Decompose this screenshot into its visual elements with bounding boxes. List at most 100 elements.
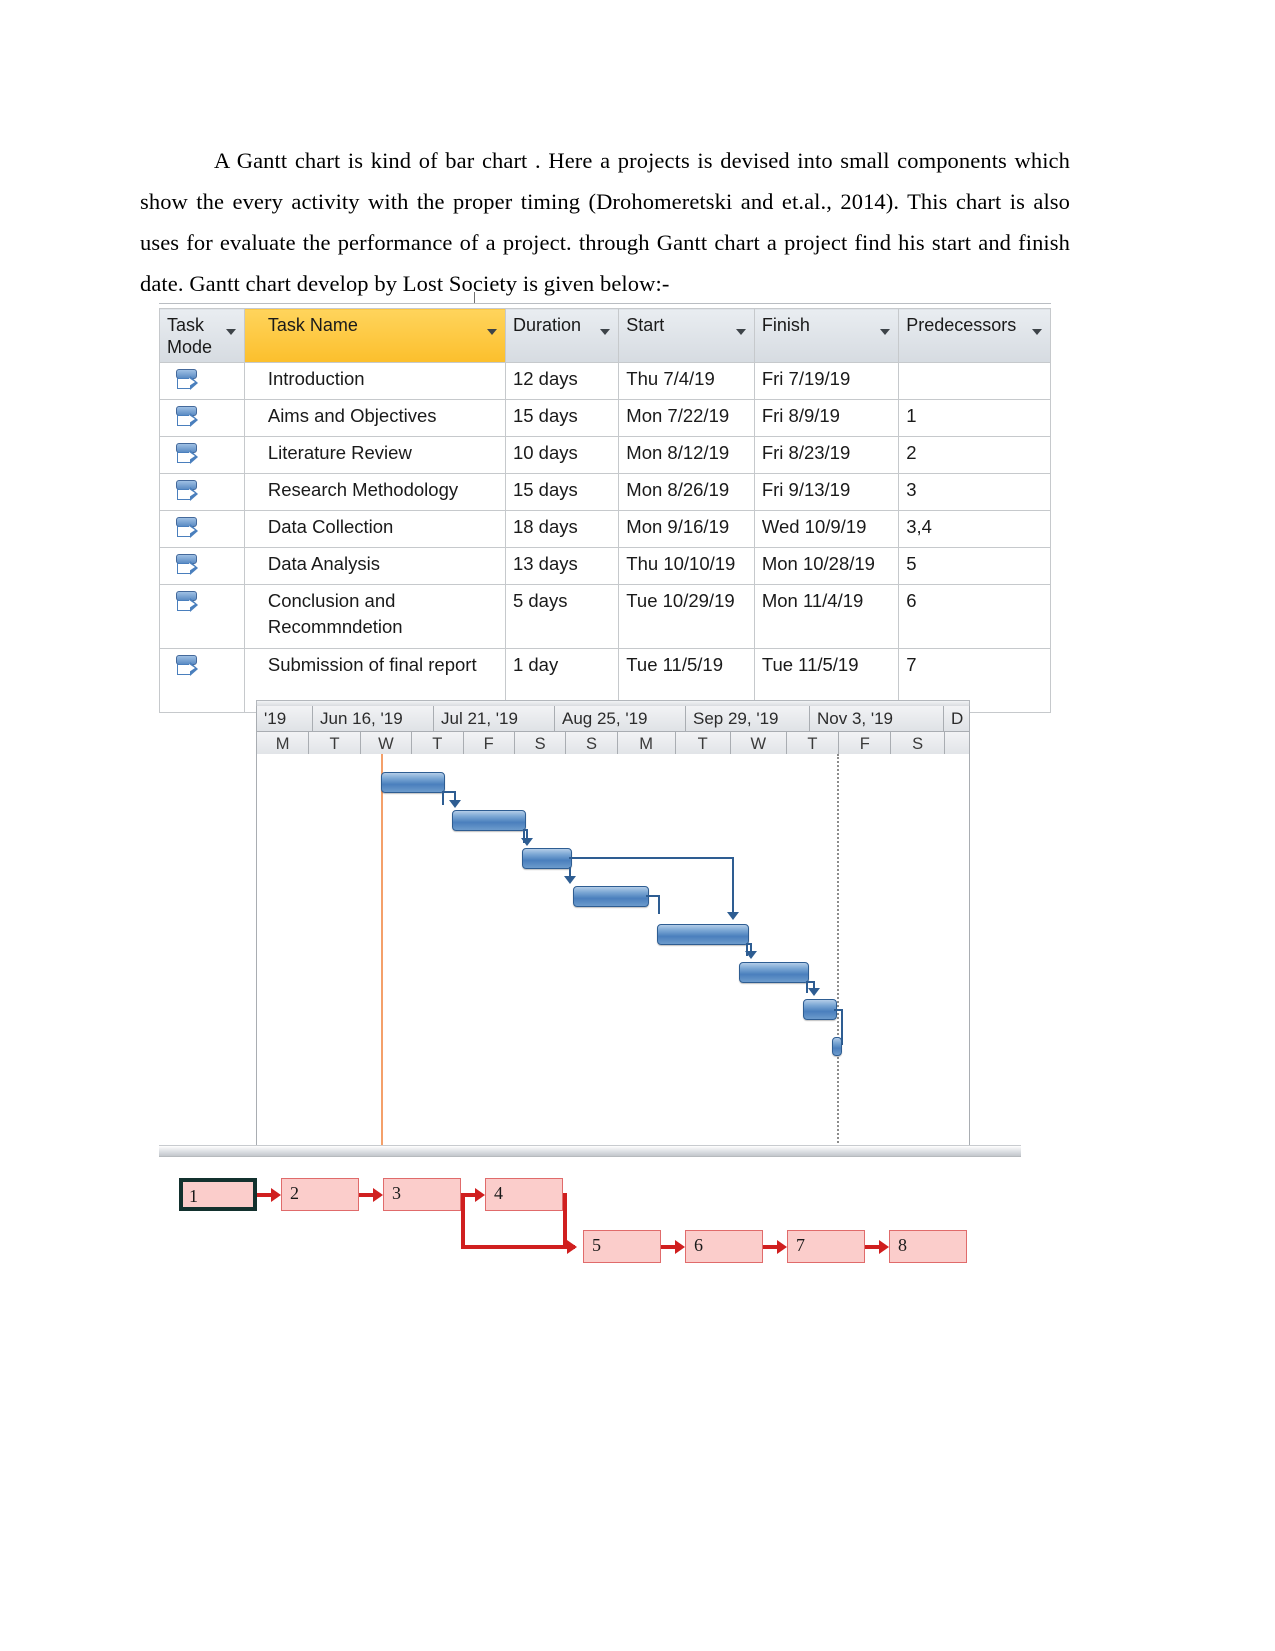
network-node-1[interactable]: 1 [179,1178,257,1211]
table-top-rule [159,303,1051,304]
network-edge-arrow [675,1240,685,1254]
cell-predecessors: 1 [898,399,1051,437]
filter-dropdown-icon[interactable] [880,329,891,335]
cell-start: Thu 7/4/19 [618,362,755,400]
gantt-bar-conclusion-and-recommndetion[interactable] [803,999,837,1020]
network-edge-arrow [271,1187,281,1202]
task-table-body: Introduction 12 days Thu 7/4/19 Fri 7/19… [159,362,1051,713]
gantt-bar-data-analysis[interactable] [739,962,809,983]
network-node-7[interactable]: 7 [787,1230,865,1263]
timescale-week-cell: Jul 21, '19 [434,706,555,731]
timescale-week-cell: D [951,709,964,728]
cell-predecessors: 6 [898,584,1051,649]
auto-schedule-icon [175,552,201,578]
task-table: Task Mode Task Name Duration Start Finis… [159,308,1051,713]
gantt-bar-research-methodology[interactable] [573,886,649,907]
table-row[interactable]: Conclusion and Recommndetion 5 days Tue … [159,584,1051,649]
table-row[interactable]: Data Analysis 13 days Thu 10/10/19 Mon 1… [159,547,1051,585]
cell-start: Thu 10/10/19 [618,547,755,585]
filter-dropdown-icon[interactable] [1032,329,1042,335]
column-header-task-name[interactable]: Task Name [243,308,506,363]
cell-finish: Fri 7/19/19 [753,362,900,400]
cell-predecessors: 2 [898,436,1051,474]
network-node-2[interactable]: 2 [281,1178,359,1211]
column-header-duration[interactable]: Duration [504,308,620,363]
cell-start: Mon 9/16/19 [618,510,755,548]
filter-dropdown-icon[interactable] [486,329,497,335]
network-diagram: 1 2 3 4 5 6 7 8 [159,1160,1021,1300]
cell-task-mode[interactable] [159,436,245,474]
table-row[interactable]: Introduction 12 days Thu 7/4/19 Fri 7/19… [159,362,1051,400]
cell-duration: 15 days [504,473,620,511]
table-row[interactable]: Data Collection 18 days Mon 9/16/19 Wed … [159,510,1051,548]
cell-task-name: Introduction [243,362,506,400]
gantt-bar-aims-and-objectives[interactable] [452,810,526,831]
cell-duration: 5 days [504,584,620,649]
table-row[interactable]: Literature Review 10 days Mon 8/12/19 Fr… [159,436,1051,474]
timescale-week-cell: Aug 25, '19 [555,706,686,731]
link-line [442,791,444,805]
cell-task-mode[interactable] [159,547,245,585]
network-node-5[interactable]: 5 [583,1230,661,1263]
gantt-bar-introduction[interactable] [381,772,445,793]
cell-task-mode[interactable] [159,399,245,437]
gantt-bar-literature-review[interactable] [522,848,572,869]
column-header-start[interactable]: Start [618,308,755,363]
cell-start: Tue 10/29/19 [618,584,755,649]
today-line [381,754,383,1150]
filter-dropdown-icon[interactable] [225,329,236,335]
network-node-4[interactable]: 4 [485,1178,563,1211]
network-node-label: 6 [694,1235,703,1255]
network-node-label: 4 [494,1183,503,1203]
gantt-bar-data-collection[interactable] [657,924,749,945]
cell-task-mode[interactable] [159,584,245,649]
link-line [658,895,660,914]
network-node-6[interactable]: 6 [685,1230,763,1263]
column-header-start-label: Start [626,315,665,335]
auto-schedule-icon [175,367,201,393]
column-header-finish-label: Finish [761,315,810,335]
cell-task-mode[interactable] [159,362,245,400]
cell-task-mode[interactable] [159,648,245,713]
filter-dropdown-icon[interactable] [735,329,746,335]
timescale-week-cell: Sep 29, '19 [686,706,810,731]
gantt-horizontal-scrollbar[interactable] [159,1145,1021,1157]
timescale-week-cell: Jun 16, '19 [313,706,434,731]
gantt-bar-submission-of-final-report[interactable] [832,1037,842,1056]
table-row[interactable]: Research Methodology 15 days Mon 8/26/19… [159,473,1051,511]
cell-predecessors: 3,4 [898,510,1051,548]
cell-task-name: Conclusion and Recommndetion [243,584,506,649]
network-node-3[interactable]: 3 [383,1178,461,1211]
table-header-row: Task Mode Task Name Duration Start Finis… [159,308,1051,363]
timescale-week-row: '19 Jun 16, '19 Jul 21, '19 Aug 25, '19 … [256,706,970,732]
cell-predecessors: 3 [898,473,1051,511]
cell-task-mode[interactable] [159,510,245,548]
column-header-task-mode[interactable]: Task Mode [159,308,245,363]
network-node-label: 5 [592,1235,601,1255]
cell-duration: 13 days [504,547,620,585]
column-header-task-name-label: Task Name [267,315,358,335]
cell-task-mode[interactable] [159,473,245,511]
gantt-timescale: '19 Jun 16, '19 Jul 21, '19 Aug 25, '19 … [256,700,970,758]
status-line [837,754,839,1150]
network-node-label: 3 [392,1183,401,1203]
cell-duration: 15 days [504,399,620,437]
column-header-finish[interactable]: Finish [753,308,900,363]
cell-task-name: Aims and Objectives [243,399,506,437]
auto-schedule-icon [175,478,201,504]
column-header-predecessors[interactable]: Predecessors [898,308,1051,363]
cell-finish: Wed 10/9/19 [753,510,900,548]
cell-start: Mon 7/22/19 [618,399,755,437]
link-line [732,857,734,914]
cell-predecessors: 5 [898,547,1051,585]
table-row[interactable]: Aims and Objectives 15 days Mon 7/22/19 … [159,399,1051,437]
auto-schedule-icon [175,653,201,679]
link-arrow [564,876,576,884]
link-arrow [521,838,533,846]
cell-start: Mon 8/26/19 [618,473,755,511]
network-node-8[interactable]: 8 [889,1230,967,1263]
cell-finish: Fri 8/9/19 [753,399,900,437]
link-arrow [727,912,739,920]
filter-dropdown-icon[interactable] [600,329,611,335]
auto-schedule-icon [175,404,201,430]
